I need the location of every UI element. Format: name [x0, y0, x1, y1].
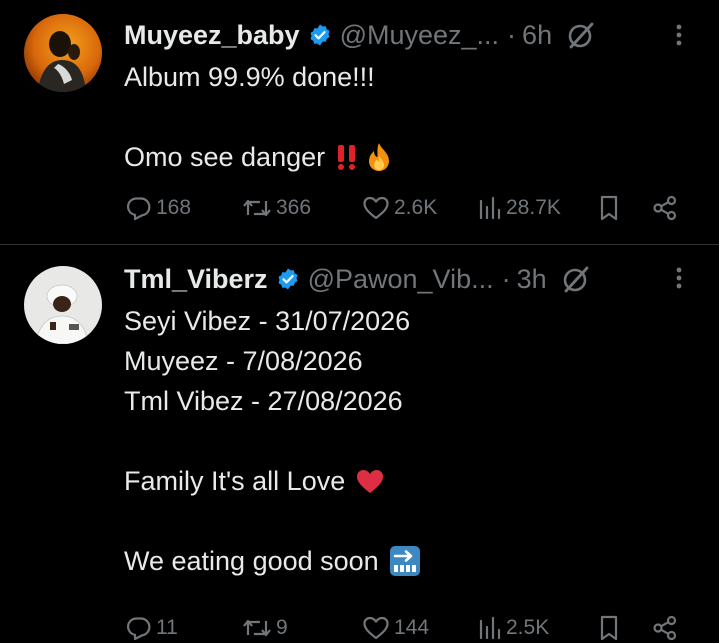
tweet-actions: 11 9 144 2.5K — [124, 610, 719, 643]
like-button[interactable]: 144 — [362, 610, 429, 643]
tweet-header: Tml_Viberz @Pawon_Vib... · 3h — [124, 261, 719, 297]
verified-badge-icon — [276, 267, 300, 291]
avatar[interactable] — [24, 14, 102, 92]
tweet-line: Omo see danger — [124, 137, 699, 177]
red-heart-emoji — [355, 467, 385, 495]
like-count: 144 — [394, 616, 430, 639]
tweet-line: We eating good soon — [124, 541, 699, 581]
bookmark-button[interactable] — [598, 610, 620, 643]
user-handle[interactable]: @Pawon_Vib... — [308, 261, 494, 297]
grok-icon[interactable] — [566, 20, 596, 50]
heart-icon — [362, 615, 390, 641]
reply-icon — [126, 615, 152, 641]
display-name[interactable]: Muyeez_baby — [124, 17, 300, 53]
bookmark-icon — [598, 614, 620, 642]
heart-icon — [362, 195, 390, 221]
views-icon — [478, 615, 502, 641]
tweet-timestamp[interactable]: 3h — [517, 261, 547, 297]
bookmark-button[interactable] — [598, 190, 620, 226]
views-icon — [478, 195, 502, 221]
share-icon — [652, 195, 678, 221]
display-name[interactable]: Tml_Viberz — [124, 261, 268, 297]
separator-dot: · — [507, 20, 517, 50]
tweet-card[interactable]: Muyeez_baby @Muyeez_... · 6h Album 99.9%… — [0, 0, 719, 245]
tweet-line: Tml Vibez - 27/08/2026 — [124, 386, 403, 416]
user-handle[interactable]: @Muyeez_... — [340, 17, 499, 53]
tweet-line: Family It's all Love — [124, 461, 699, 501]
repost-button[interactable]: 366 — [242, 190, 311, 226]
share-icon — [652, 615, 678, 641]
tweet-line-text: Family It's all Love — [124, 466, 346, 496]
repost-count: 9 — [276, 616, 288, 639]
more-options-icon[interactable] — [669, 263, 689, 293]
double-exclamation-mark-emoji — [335, 143, 359, 171]
avatar[interactable] — [24, 266, 102, 344]
tweet-line: Seyi Vibez - 31/07/2026 — [124, 306, 411, 336]
verified-badge-icon — [308, 23, 332, 47]
reply-count: 11 — [156, 616, 178, 639]
tweet-timestamp[interactable]: 6h — [522, 17, 552, 53]
views-button[interactable]: 28.7K — [478, 190, 561, 226]
fire-emoji — [365, 142, 393, 172]
repost-button[interactable]: 9 — [242, 610, 288, 643]
grok-icon[interactable] — [561, 264, 591, 294]
tweet-header: Muyeez_baby @Muyeez_... · 6h — [124, 17, 719, 53]
tweet-text: Seyi Vibez - 31/07/2026 Muyeez - 7/08/20… — [124, 301, 699, 581]
share-button[interactable] — [652, 190, 678, 226]
tweet-text: Album 99.9% done!!! Omo see danger — [124, 57, 699, 177]
share-button[interactable] — [652, 610, 678, 643]
bookmark-icon — [598, 194, 620, 222]
tweet-line-text: We eating good soon — [124, 546, 379, 576]
views-count: 2.5K — [506, 616, 550, 639]
views-button[interactable]: 2.5K — [478, 610, 549, 643]
reply-count: 168 — [156, 196, 192, 219]
tweet-line: Album 99.9% done!!! — [124, 62, 375, 92]
tweet-line: Muyeez - 7/08/2026 — [124, 346, 363, 376]
like-count: 2.6K — [394, 196, 438, 219]
tweet-actions: 168 366 2.6K 28.7K — [124, 190, 719, 226]
like-button[interactable]: 2.6K — [362, 190, 437, 226]
views-count: 28.7K — [506, 196, 561, 219]
reply-button[interactable]: 11 — [126, 610, 178, 643]
repost-count: 366 — [276, 196, 312, 219]
tweet-line-text: Omo see danger — [124, 142, 326, 172]
reply-icon — [126, 195, 152, 221]
repost-icon — [242, 195, 272, 221]
reply-button[interactable]: 168 — [126, 190, 191, 226]
soon-arrow-emoji — [389, 545, 421, 577]
separator-dot: · — [501, 264, 511, 294]
tweet-card[interactable]: Tml_Viberz @Pawon_Vib... · 3h Seyi Vibez… — [0, 245, 719, 643]
timeline-feed: Muyeez_baby @Muyeez_... · 6h Album 99.9%… — [0, 0, 719, 643]
repost-icon — [242, 615, 272, 641]
more-options-icon[interactable] — [669, 20, 689, 50]
